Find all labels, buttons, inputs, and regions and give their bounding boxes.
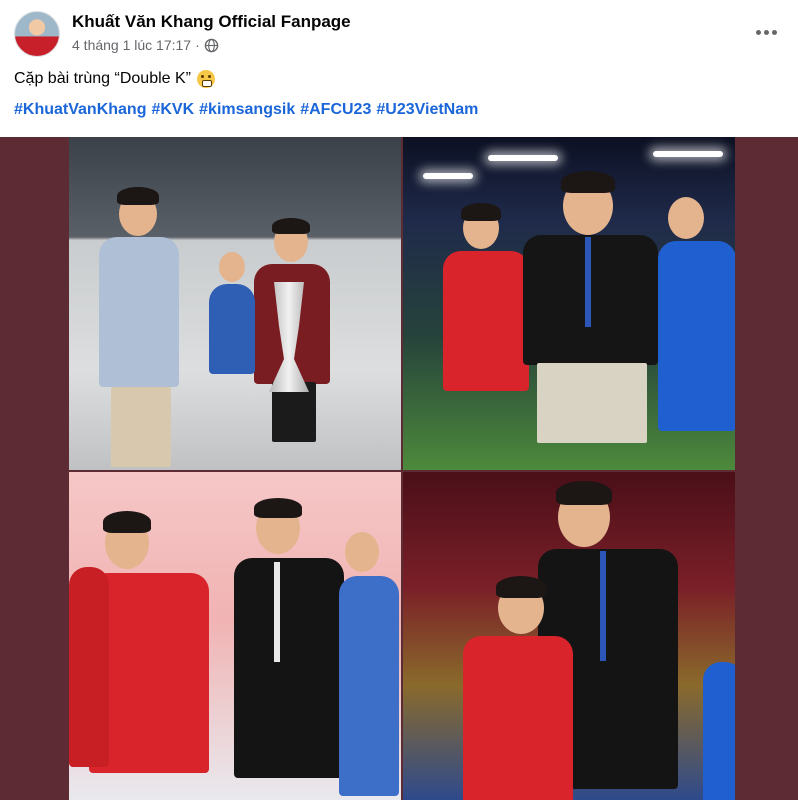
hashtag-link[interactable]: #KVK [151,101,194,119]
post-header: Khuất Văn Khang Official Fanpage 4 tháng… [0,0,798,64]
hashtag-link[interactable]: #kimsangsik [199,101,295,119]
photo-coach-hug[interactable] [403,472,735,800]
grimacing-face-emoji-icon [196,70,215,88]
caption-text: Cặp bài trùng “Double K” [14,70,191,87]
page-name-link[interactable]: Khuất Văn Khang Official Fanpage [72,12,351,32]
photo-airport-trophy[interactable] [69,137,401,470]
hashtag-link[interactable]: #U23VietNam [376,101,478,119]
photo-players-clapping[interactable] [69,472,401,800]
post-meta: 4 tháng 1 lúc 17:17 · [72,37,219,53]
globe-icon[interactable] [204,38,219,53]
hashtag-list: #KhuatVanKhang #KVK #kimsangsik #AFCU23 … [14,101,478,119]
post-timestamp-link[interactable]: 4 tháng 1 lúc 17:17 [72,37,191,53]
photo-grid [0,137,798,800]
hashtag-link[interactable]: #AFCU23 [300,101,371,119]
page-avatar[interactable] [14,11,60,57]
post-caption: Cặp bài trùng “Double K” [14,70,215,88]
photo-stadium-celebration[interactable] [403,137,735,470]
more-options-icon[interactable] [748,20,784,44]
meta-separator: · [195,37,200,53]
hashtag-link[interactable]: #KhuatVanKhang [14,101,146,119]
